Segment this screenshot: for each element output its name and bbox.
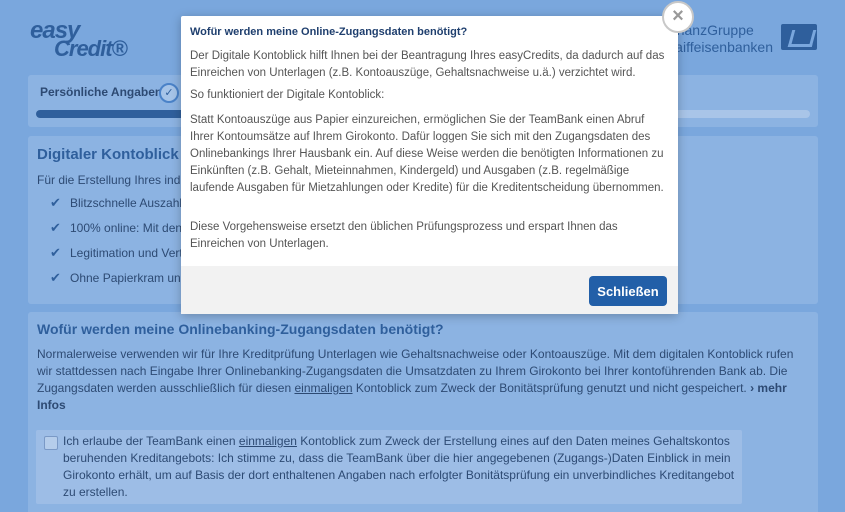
card-title: Digitaler Kontoblick	[37, 146, 179, 163]
benefit-item: Ohne Papierkram und	[50, 269, 187, 294]
modal-paragraph: Statt Kontoauszüge aus Papier einzureich…	[190, 114, 664, 194]
consent-text: Ich erlaube der TeamBank einen einmalige…	[63, 434, 735, 499]
schliessen-button[interactable]: Schließen	[589, 276, 667, 306]
card-intro: Für die Erstellung Ihres indiv	[37, 173, 190, 187]
info-paragraph: Normalerweise verwenden wir für Ihre Kre…	[37, 347, 794, 412]
modal-paragraph: Der Digitale Kontoblick hilft Ihnen bei …	[190, 50, 665, 79]
benefit-list: Blitzschnelle Auszahl 100% online: Mit d…	[50, 194, 187, 294]
modal-footer: Schließen	[181, 266, 678, 314]
close-icon[interactable]: ×	[662, 1, 694, 33]
easycredit-logo: easy Credit®	[30, 17, 128, 61]
modal-body: Wofür werden meine Online-Zugangsdaten b…	[181, 16, 678, 266]
info-title: Wofür werden meine Onlinebanking-Zugangs…	[37, 321, 444, 337]
info-modal: Wofür werden meine Online-Zugangsdaten b…	[181, 16, 678, 314]
benefit-item: 100% online: Mit den	[50, 219, 187, 244]
modal-paragraph: So funktioniert der Digitale Kontoblick:	[190, 89, 385, 101]
modal-title: Wofür werden meine Online-Zugangsdaten b…	[190, 26, 468, 38]
volksbank-logo-icon	[781, 24, 817, 50]
consent-box: Ich erlaube der TeamBank einen einmalige…	[36, 430, 742, 504]
benefit-item: Legitimation und Vert	[50, 244, 187, 269]
einmaligen-link[interactable]: einmaligen	[294, 381, 352, 395]
zugangsdaten-info-card: Wofür werden meine Onlinebanking-Zugangs…	[28, 312, 818, 512]
consent-einmaligen-link[interactable]: einmaligen	[239, 434, 297, 448]
step-label: Persönliche Angaben	[40, 85, 163, 99]
step-check-icon: ✓	[159, 83, 179, 103]
benefit-item: Blitzschnelle Auszahl	[50, 194, 187, 219]
consent-checkbox[interactable]	[44, 436, 58, 450]
modal-paragraph: Diese Vorgehensweise ersetzt den übliche…	[190, 221, 618, 250]
